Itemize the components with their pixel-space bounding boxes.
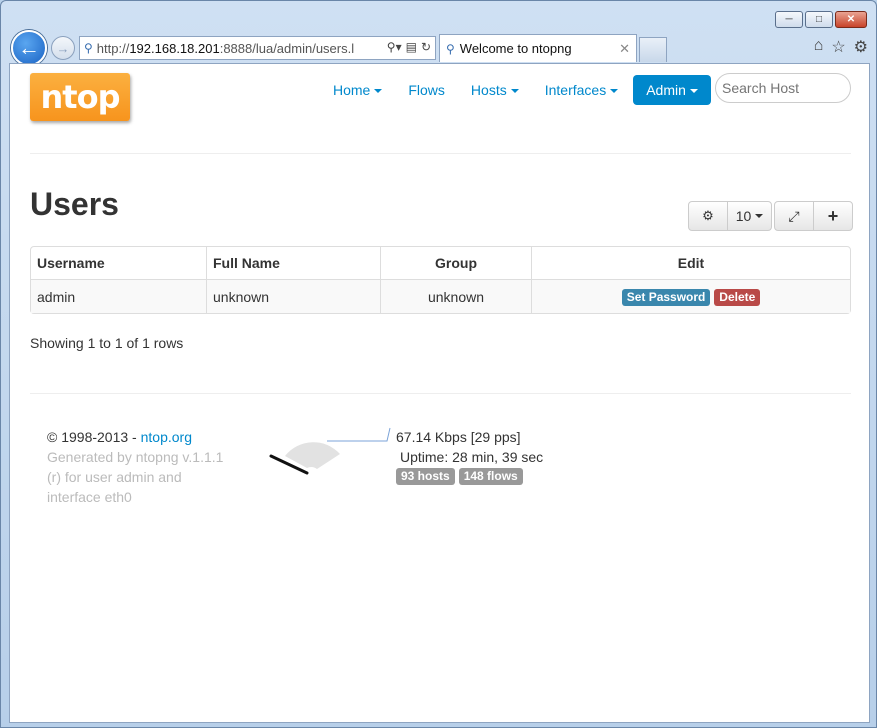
table-header-row: Username Full Name Group Edit bbox=[31, 247, 850, 280]
address-bar[interactable]: ⚲ http://192.168.18.201:8888/lua/admin/u… bbox=[79, 36, 436, 60]
browser-window: ─ □ ✕ ← → ⚲ http://192.168.18.201:8888/l… bbox=[0, 0, 877, 728]
fullscreen-button[interactable]: ⤢ bbox=[774, 201, 814, 231]
cell-full-name: unknown bbox=[207, 280, 381, 313]
col-edit: Edit bbox=[532, 247, 850, 280]
hosts-badge[interactable]: 93 hosts bbox=[396, 468, 455, 485]
footer-copyright: © 1998-2013 - ntop.org Generated by ntop… bbox=[47, 427, 237, 507]
nav-home[interactable]: Home bbox=[320, 75, 395, 105]
settings-button[interactable]: ⚙ bbox=[688, 201, 728, 231]
nav-hosts-label: Hosts bbox=[470, 82, 507, 98]
tab-page-icon: ⚲ bbox=[446, 41, 455, 56]
cell-group: unknown bbox=[381, 280, 532, 313]
nav-admin-label: Admin bbox=[646, 82, 686, 98]
caret-down-icon bbox=[510, 89, 519, 94]
browser-tab[interactable]: ⚲ Welcome to ntopng ✕ bbox=[439, 34, 637, 62]
close-tab-icon[interactable]: ✕ bbox=[619, 41, 630, 57]
table-toolbar: ⚙ 10 ⤢ + bbox=[688, 201, 853, 231]
stats-badges: 93 hosts 148 flows bbox=[396, 468, 543, 485]
nav-hosts[interactable]: Hosts bbox=[458, 75, 532, 105]
cell-username: admin bbox=[31, 280, 207, 313]
home-icon[interactable]: ⌂ bbox=[814, 37, 824, 57]
new-tab-button[interactable] bbox=[639, 37, 667, 62]
nav-interfaces-label: Interfaces bbox=[544, 82, 607, 98]
pagination-info: Showing 1 to 1 of 1 rows bbox=[30, 335, 184, 351]
gear-icon[interactable]: ⚙ bbox=[854, 37, 868, 57]
page-search-icon: ⚲ bbox=[84, 41, 93, 55]
throughput-gauge bbox=[269, 427, 391, 475]
ntop-org-link[interactable]: ntop.org bbox=[141, 429, 192, 445]
maximize-icon[interactable]: □ bbox=[805, 11, 833, 28]
ntop-logo[interactable]: ntop bbox=[30, 73, 130, 121]
search-icon[interactable]: ⚲▾ bbox=[387, 40, 402, 54]
footer-stats: 67.14 Kbps [29 pps] Uptime: 28 min, 39 s… bbox=[396, 427, 543, 485]
close-window-icon[interactable]: ✕ bbox=[835, 11, 867, 28]
plus-icon: + bbox=[827, 205, 839, 226]
copyright-line: © 1998-2013 - ntop.org bbox=[47, 427, 237, 447]
caret-down-icon bbox=[689, 89, 698, 94]
copyright-text: © 1998-2013 - bbox=[47, 429, 141, 445]
sparkline bbox=[327, 427, 391, 442]
star-icon[interactable]: ☆ bbox=[831, 37, 845, 57]
generated-for: (r) for user admin and bbox=[47, 469, 182, 485]
caret-down-icon bbox=[374, 89, 383, 94]
add-user-button[interactable]: + bbox=[813, 201, 853, 231]
delete-button[interactable]: Delete bbox=[714, 288, 761, 306]
col-group[interactable]: Group bbox=[381, 247, 532, 280]
refresh-icon[interactable]: ↻ bbox=[421, 40, 431, 54]
generated-interface: interface eth0 bbox=[47, 489, 132, 505]
gear-icon: ⚙ bbox=[702, 208, 714, 223]
nav-admin[interactable]: Admin bbox=[633, 75, 711, 105]
caret-down-icon bbox=[610, 89, 619, 94]
expand-icon: ⤢ bbox=[788, 207, 800, 224]
url-host: 192.168.18.201 bbox=[129, 40, 220, 56]
address-bar-icons: ⚲▾ ▤ ↻ bbox=[387, 40, 431, 54]
cell-edit: Set Password Delete bbox=[532, 280, 850, 313]
browser-nav-row: ← → ⚲ http://192.168.18.201:8888/lua/adm… bbox=[1, 30, 876, 66]
search-host-input[interactable] bbox=[715, 73, 851, 103]
back-arrow-icon[interactable]: ← bbox=[11, 30, 47, 66]
browser-tool-icons: ⌂ ☆ ⚙ bbox=[814, 37, 868, 57]
footer-divider bbox=[30, 393, 851, 394]
page-title: Users bbox=[30, 186, 119, 222]
set-password-button[interactable]: Set Password bbox=[621, 288, 711, 306]
url-prefix: http:// bbox=[96, 40, 130, 56]
nav-flows[interactable]: Flows bbox=[395, 75, 458, 105]
col-username[interactable]: Username bbox=[31, 247, 207, 280]
main-nav: Home Flows Hosts Interfaces Admin bbox=[320, 75, 711, 105]
page-size-value: 10 bbox=[735, 208, 752, 224]
uptime-text: Uptime: 28 min, 39 sec bbox=[400, 449, 544, 465]
table-row: admin unknown unknown Set Password Delet… bbox=[31, 280, 850, 313]
header-divider bbox=[30, 153, 851, 154]
forward-arrow-icon[interactable]: → bbox=[51, 36, 75, 60]
col-full-name[interactable]: Full Name bbox=[207, 247, 381, 280]
caret-down-icon bbox=[755, 214, 764, 218]
nav-home-label: Home bbox=[333, 82, 371, 98]
minimize-icon[interactable]: ─ bbox=[775, 11, 803, 28]
generated-by: Generated by ntopng v.1.1.1 bbox=[47, 449, 224, 465]
page-viewport: ntop Home Flows Hosts Interfaces Admin U… bbox=[9, 63, 870, 723]
nav-interfaces[interactable]: Interfaces bbox=[532, 75, 631, 105]
tab-title: Welcome to ntopng bbox=[459, 41, 572, 56]
users-table: Username Full Name Group Edit admin unkn… bbox=[30, 246, 851, 314]
url-rest: :8888/lua/admin/users.l bbox=[219, 40, 355, 56]
throughput-text: 67.14 Kbps [29 pps] bbox=[396, 429, 521, 445]
flows-badge[interactable]: 148 flows bbox=[458, 468, 523, 485]
page-size-dropdown[interactable]: 10 bbox=[727, 201, 772, 231]
window-controls: ─ □ ✕ bbox=[775, 11, 867, 28]
compat-view-icon[interactable]: ▤ bbox=[406, 40, 417, 54]
